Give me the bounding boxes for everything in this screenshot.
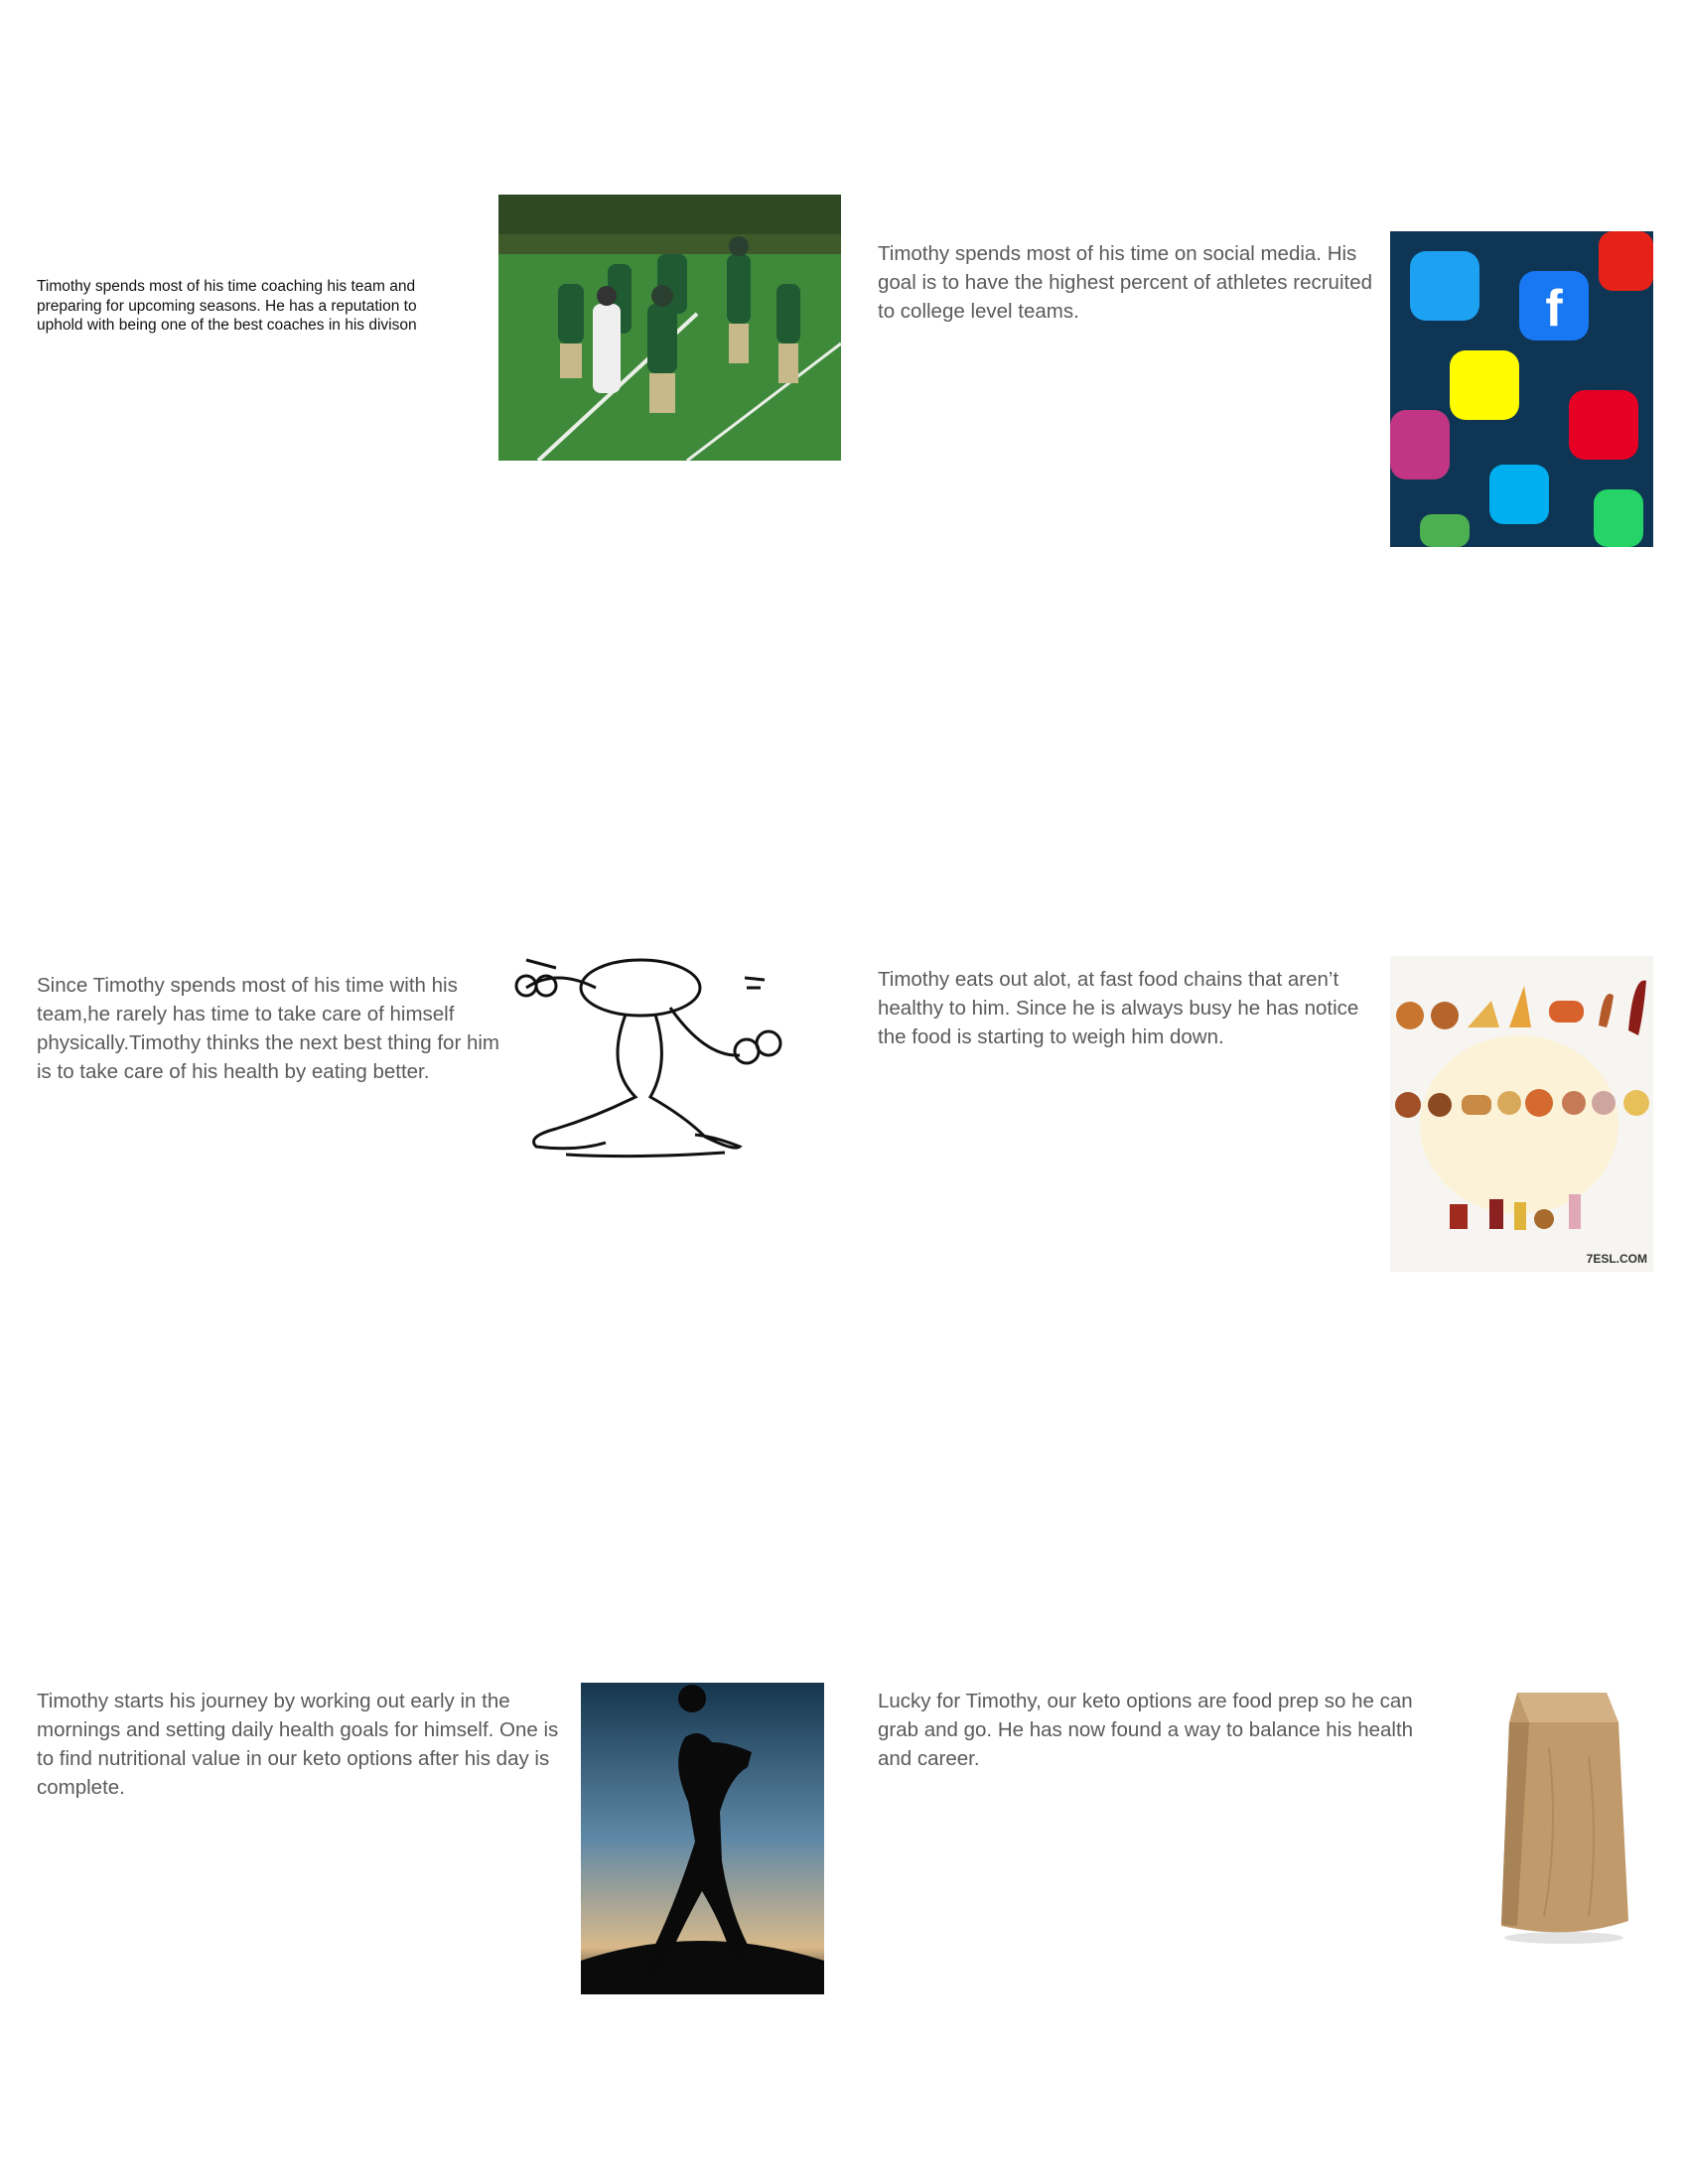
panel-6-text: Lucky for Timothy, our keto options are … — [878, 1690, 1414, 1770]
paper-bag-photo — [1489, 1688, 1633, 1946]
fast-food-chart-image: 7ESL.COM — [1390, 956, 1653, 1272]
panel-1-text: Timothy spends most of his time coaching… — [37, 278, 417, 334]
social-media-apps-photo: f — [1390, 231, 1653, 547]
panel-2-text: Timothy spends most of his time on socia… — [878, 242, 1373, 323]
panel-4-text: Timothy eats out alot, at fast food chai… — [878, 968, 1359, 1048]
svg-text:f: f — [1545, 280, 1563, 338]
stick-figure-lifting-weights-drawing — [487, 948, 814, 1161]
food-watermark: 7ESL.COM — [1586, 1252, 1647, 1266]
football-team-photo — [498, 195, 841, 461]
panel-3-text: Since Timothy spends most of his time wi… — [37, 974, 500, 1083]
panel-5-text: Timothy starts his journey by working ou… — [37, 1690, 559, 1799]
runner-silhouette-photo — [581, 1683, 824, 1994]
